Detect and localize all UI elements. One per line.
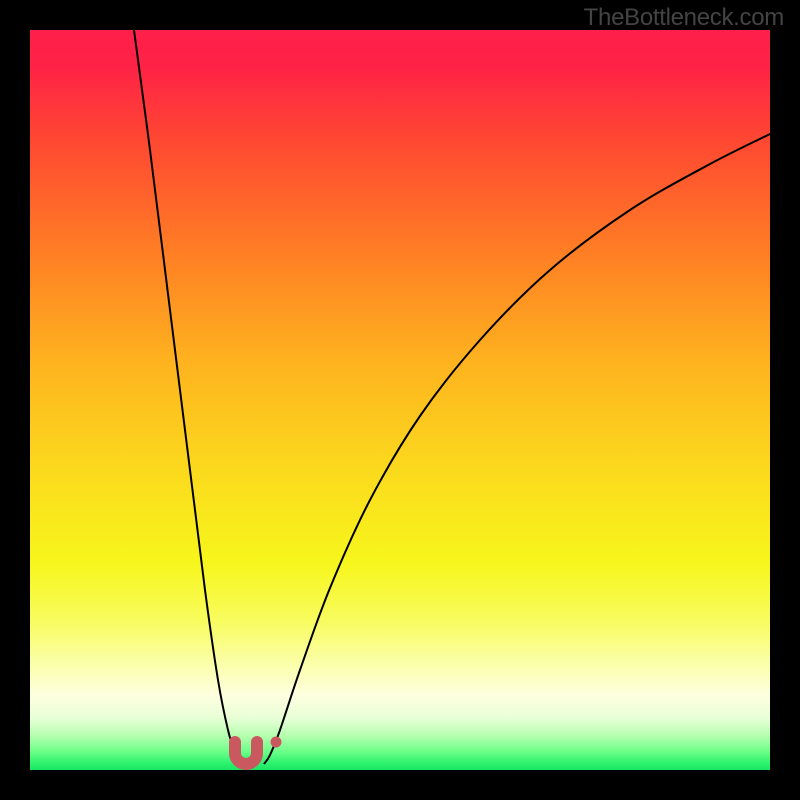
u-marker <box>235 742 257 764</box>
curve-left <box>134 30 246 764</box>
chart-frame: TheBottleneck.com <box>0 0 800 800</box>
plot-area <box>30 30 770 770</box>
watermark-label: TheBottleneck.com <box>584 4 784 32</box>
curve-right <box>264 134 770 764</box>
curves-layer <box>30 30 770 770</box>
dot-marker <box>271 737 282 748</box>
